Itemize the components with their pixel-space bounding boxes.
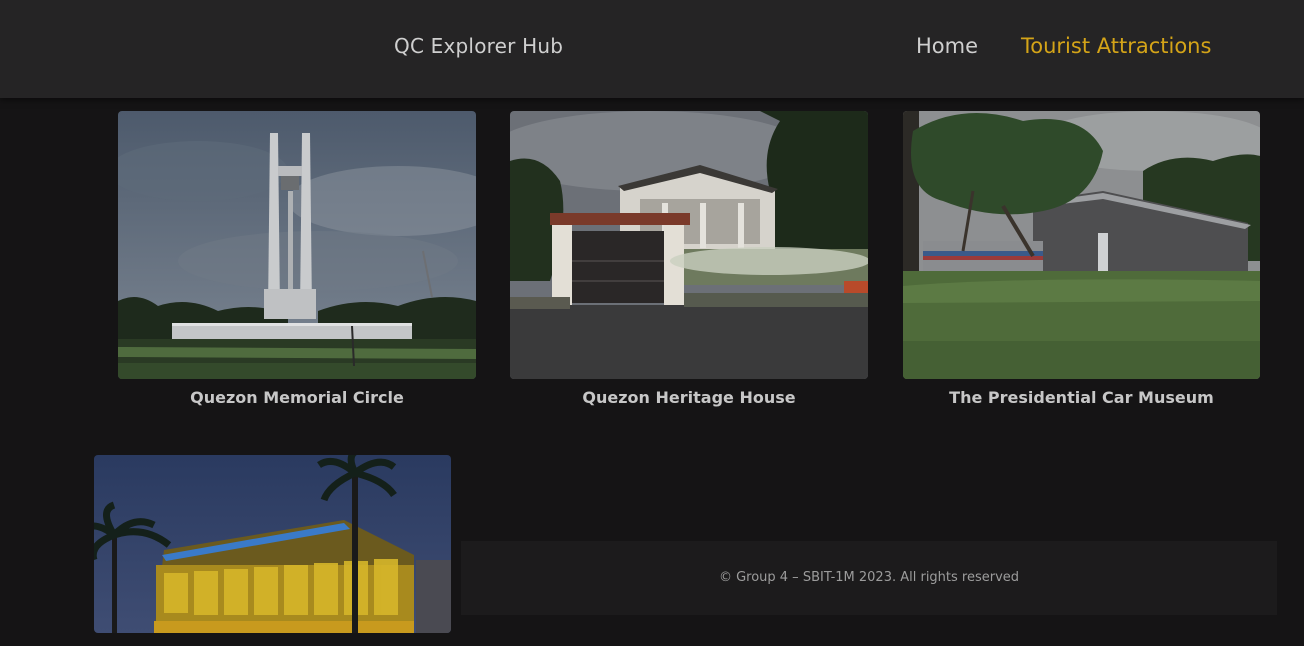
- page: QC Explorer Hub Home Tourist Attractions: [0, 0, 1304, 646]
- site-header: QC Explorer Hub Home Tourist Attractions: [0, 0, 1304, 98]
- attraction-card-quezon-memorial-circle[interactable]: Quezon Memorial Circle: [118, 111, 476, 407]
- nav-home-link[interactable]: Home: [916, 34, 978, 58]
- attraction-card-quezon-heritage-house[interactable]: Quezon Heritage House: [510, 111, 868, 407]
- obelisk-monument-photo: [118, 111, 476, 379]
- card-caption: Quezon Memorial Circle: [190, 388, 404, 407]
- card-caption: The Presidential Car Museum: [949, 388, 1214, 407]
- nav-tourist-attractions-link[interactable]: Tourist Attractions: [1021, 34, 1211, 58]
- site-brand[interactable]: QC Explorer Hub: [394, 34, 563, 58]
- mall-building-photo: [94, 455, 451, 633]
- heritage-house-photo: [510, 111, 868, 379]
- attraction-card-presidential-car-museum[interactable]: The Presidential Car Museum: [903, 111, 1260, 407]
- attraction-card-mall[interactable]: [94, 455, 451, 633]
- card-caption: Quezon Heritage House: [582, 388, 796, 407]
- car-museum-photo: [903, 111, 1260, 379]
- site-footer: © Group 4 – SBIT-1M 2023. All rights res…: [461, 541, 1277, 615]
- copyright-text: © Group 4 – SBIT-1M 2023. All rights res…: [718, 570, 1020, 585]
